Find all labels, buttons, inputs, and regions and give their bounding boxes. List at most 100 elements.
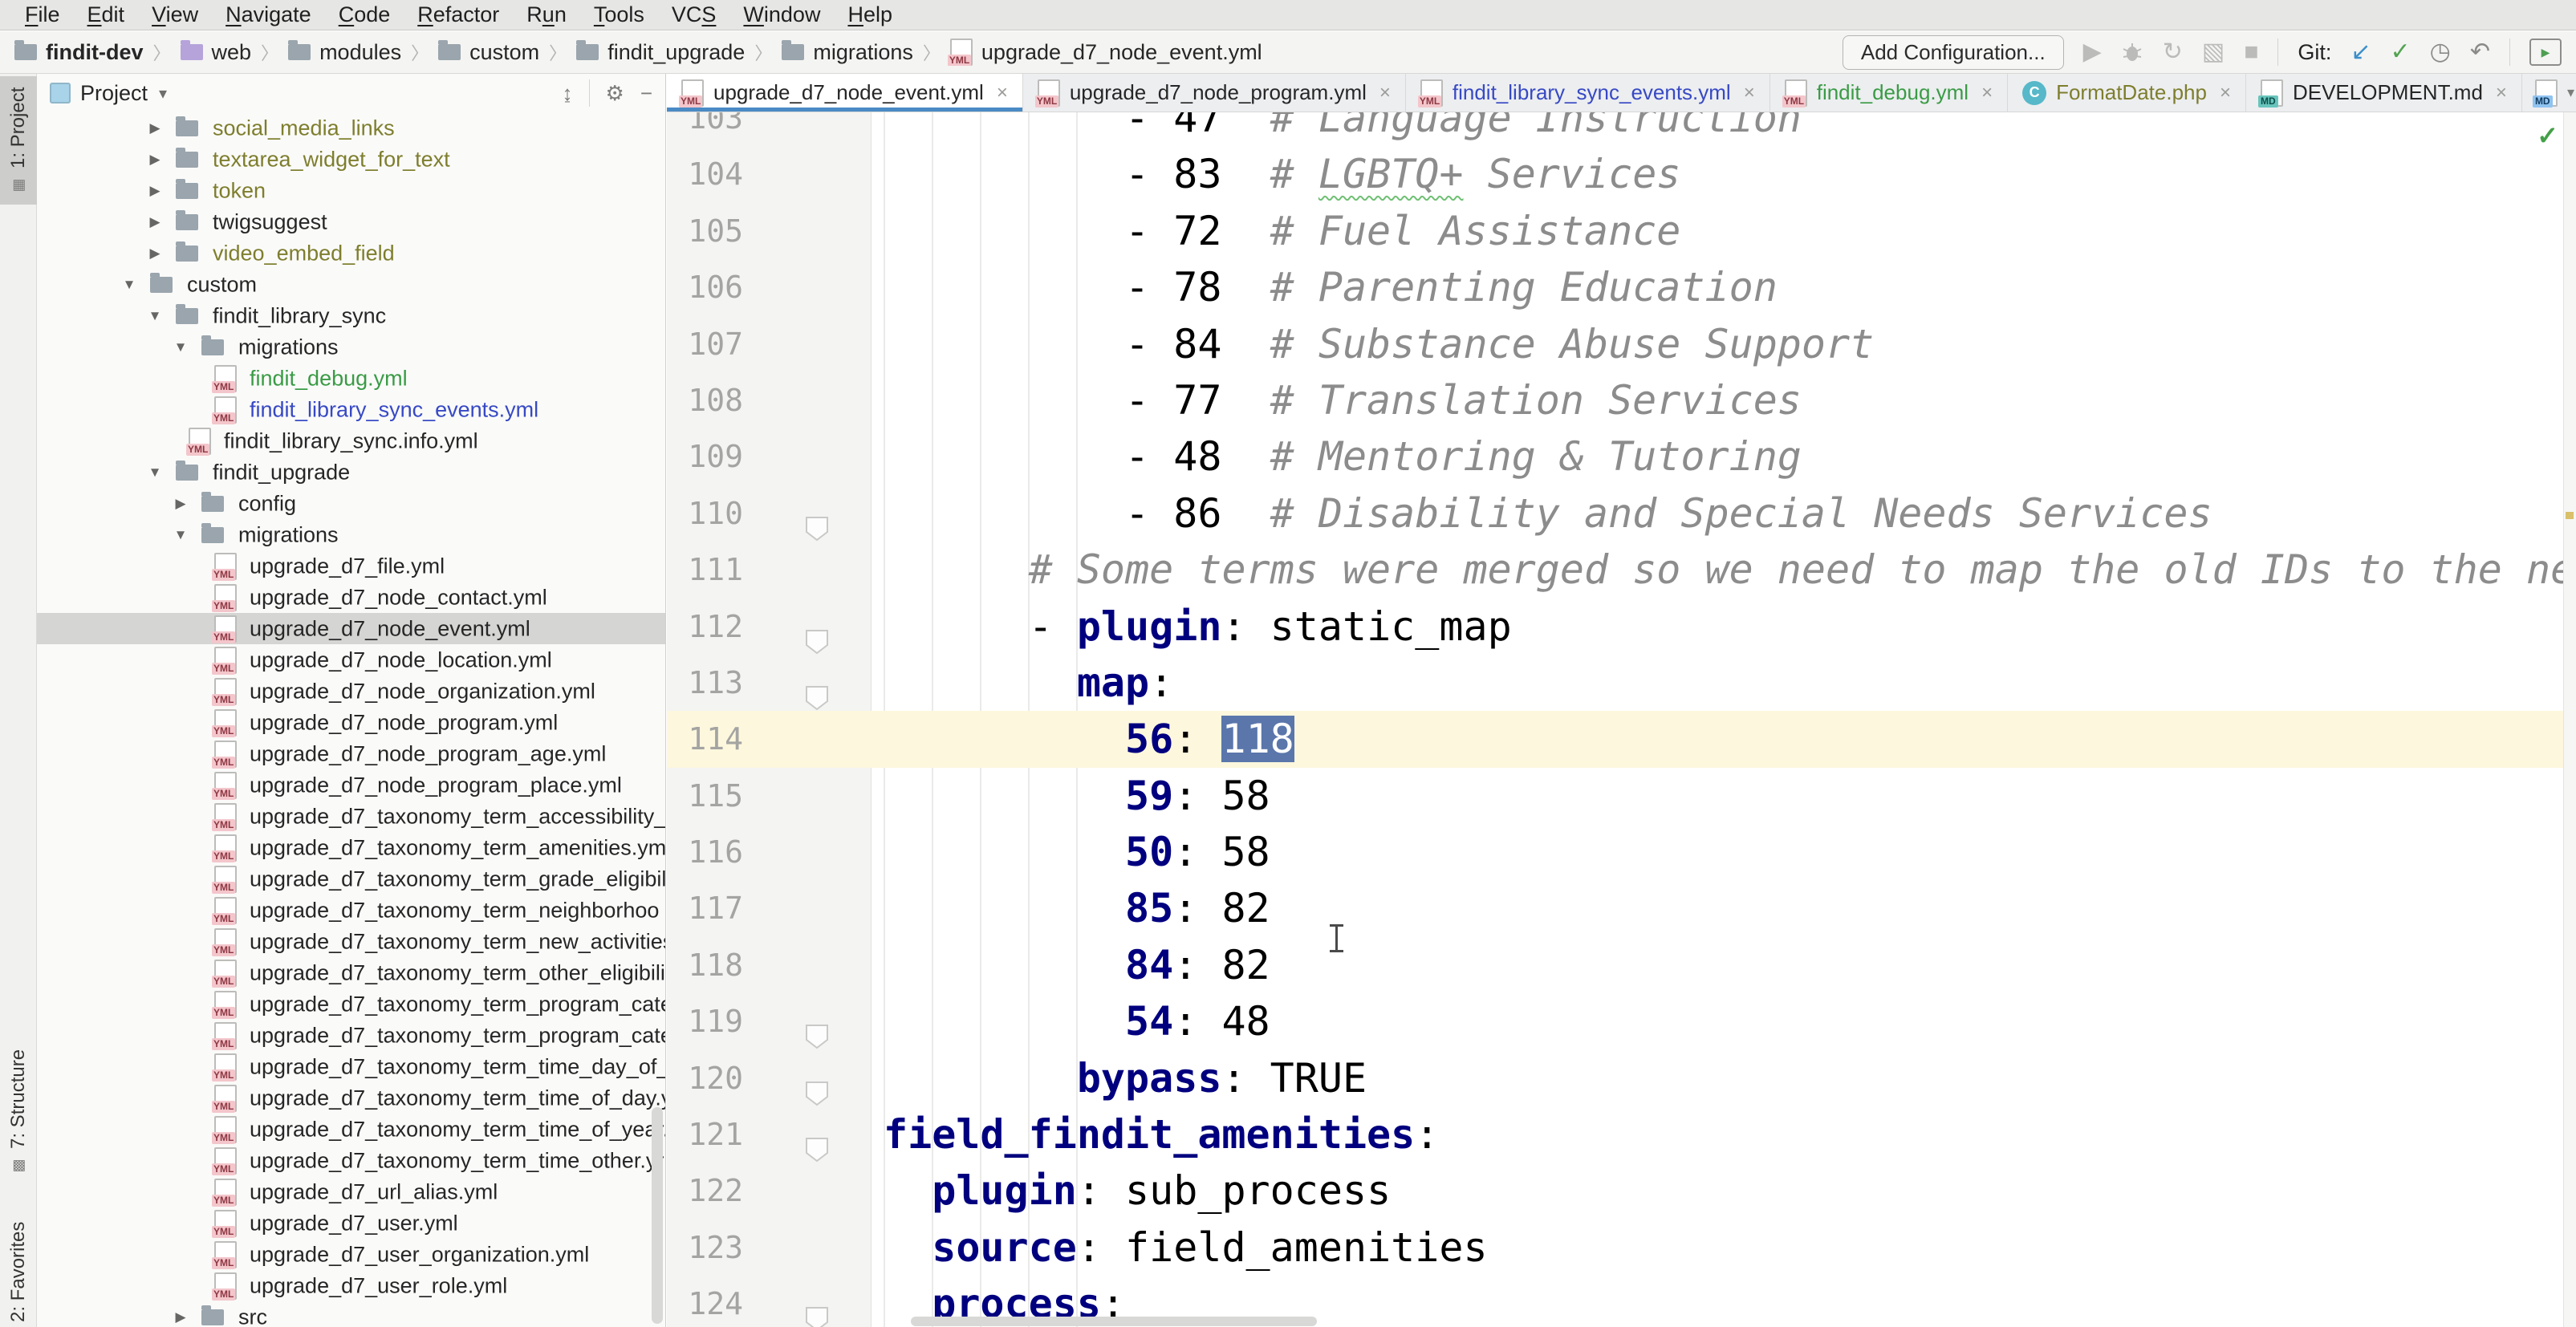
tree-item[interactable]: findit_library_sync.info.yml: [37, 425, 665, 457]
menu-file[interactable]: File: [11, 2, 74, 27]
tool-window-tab-project[interactable]: ▦ 1: Project: [0, 76, 37, 205]
editor-tab[interactable]: findit_library_sync_events.yml×: [1406, 74, 1770, 112]
tree-item[interactable]: upgrade_d7_node_organization.yml: [37, 676, 665, 707]
fold-marker-icon[interactable]: [805, 669, 829, 695]
fold-marker-icon[interactable]: [805, 613, 829, 639]
chevron-collapsed-icon[interactable]: ▶: [145, 120, 165, 136]
editor-code-area[interactable]: 103 - 47 # Language Instruction104 - 83 …: [667, 112, 2576, 1327]
tree-item[interactable]: ▼migrations: [37, 331, 665, 363]
chevron-expanded-icon[interactable]: ▼: [145, 465, 165, 481]
breadcrumb-item[interactable]: findit_upgrade: [576, 40, 745, 65]
menu-edit[interactable]: Edit: [74, 2, 139, 27]
project-panel-title[interactable]: Project: [80, 81, 148, 106]
breadcrumb-item[interactable]: custom: [438, 40, 539, 65]
tree-item[interactable]: ▶src: [37, 1301, 665, 1327]
tab-close-icon[interactable]: ×: [2220, 82, 2231, 104]
tree-item[interactable]: upgrade_d7_file.yml: [37, 550, 665, 582]
tree-item[interactable]: upgrade_d7_node_program_age.yml: [37, 738, 665, 769]
run-icon[interactable]: ▶: [2083, 40, 2102, 64]
inspections-status-icon[interactable]: ✓: [2537, 120, 2558, 151]
tree-item[interactable]: upgrade_d7_taxonomy_term_new_activities: [37, 926, 665, 957]
menu-navigate[interactable]: Navigate: [212, 2, 325, 27]
editor-tab[interactable]: FormatDate.php×: [2008, 74, 2246, 112]
tree-item[interactable]: upgrade_d7_node_program_place.yml: [37, 769, 665, 801]
add-configuration-button[interactable]: Add Configuration...: [1843, 35, 2064, 70]
tab-close-icon[interactable]: ×: [1379, 82, 1391, 104]
fold-marker-icon[interactable]: [805, 1290, 829, 1316]
tree-item[interactable]: ▶video_embed_field: [37, 237, 665, 269]
chevron-expanded-icon[interactable]: ▼: [171, 339, 190, 355]
breadcrumb-item[interactable]: findit-dev: [14, 40, 144, 65]
tree-item[interactable]: upgrade_d7_node_program.yml: [37, 707, 665, 738]
tree-item[interactable]: ▶config: [37, 488, 665, 519]
chevron-collapsed-icon[interactable]: ▶: [171, 1309, 190, 1325]
tree-item[interactable]: ▶token: [37, 175, 665, 206]
tree-item[interactable]: upgrade_d7_user_role.yml: [37, 1270, 665, 1301]
tree-item[interactable]: upgrade_d7_taxonomy_term_program_cate: [37, 988, 665, 1020]
editor-horizontal-scrollbar[interactable]: [911, 1317, 1317, 1326]
breadcrumb-item[interactable]: modules: [288, 40, 401, 65]
error-stripe[interactable]: [2563, 112, 2576, 1327]
stop-icon[interactable]: ■: [2244, 40, 2258, 64]
chevron-collapsed-icon[interactable]: ▶: [145, 152, 165, 168]
menu-help[interactable]: Help: [834, 2, 906, 27]
chevron-collapsed-icon[interactable]: ▶: [145, 183, 165, 199]
fold-marker-icon[interactable]: [805, 1121, 829, 1146]
menu-window[interactable]: Window: [729, 2, 834, 27]
tree-scrollbar[interactable]: [652, 1107, 663, 1324]
tree-item[interactable]: upgrade_d7_taxonomy_term_neighborhoo: [37, 895, 665, 926]
tree-item[interactable]: upgrade_d7_taxonomy_term_grade_eligibil: [37, 863, 665, 895]
tree-item[interactable]: upgrade_d7_node_contact.yml: [37, 582, 665, 613]
menu-tools[interactable]: Tools: [580, 2, 658, 27]
tree-item[interactable]: ▼findit_upgrade: [37, 457, 665, 488]
tree-item[interactable]: upgrade_d7_taxonomy_term_time_day_of_: [37, 1051, 665, 1082]
terminal-icon[interactable]: ▶: [2529, 39, 2562, 66]
breadcrumb-item[interactable]: web: [181, 40, 252, 65]
collapse-all-icon[interactable]: ↨: [563, 81, 573, 106]
tree-item[interactable]: upgrade_d7_taxonomy_term_accessibility_c: [37, 801, 665, 832]
profiler-icon[interactable]: ▧: [2202, 40, 2225, 64]
tree-item[interactable]: findit_library_sync_events.yml: [37, 394, 665, 425]
coverage-icon[interactable]: ↻: [2163, 40, 2183, 64]
fold-marker-icon[interactable]: [805, 1065, 829, 1090]
git-history-icon[interactable]: ◷: [2430, 40, 2451, 64]
chevron-down-icon[interactable]: ▾: [159, 83, 167, 103]
menu-vcs[interactable]: VCS: [658, 2, 730, 27]
chevron-expanded-icon[interactable]: ▼: [171, 527, 190, 543]
editor-tab[interactable]: upgrade_d7_node_event.yml×: [667, 74, 1023, 112]
chevron-collapsed-icon[interactable]: ▶: [171, 496, 190, 512]
tree-item[interactable]: upgrade_d7_node_location.yml: [37, 644, 665, 676]
tool-window-tab-favorites[interactable]: 2: Favorites: [0, 1224, 37, 1320]
hidden-tabs-control[interactable]: ▾ ≡ 2: [2522, 74, 2576, 112]
chevron-expanded-icon[interactable]: ▼: [120, 277, 139, 293]
gear-icon[interactable]: ⚙: [606, 81, 624, 106]
git-update-icon[interactable]: ↙: [2350, 40, 2371, 64]
tree-item[interactable]: ▶social_media_links: [37, 112, 665, 144]
git-rollback-icon[interactable]: ↶: [2470, 40, 2490, 64]
chevron-expanded-icon[interactable]: ▼: [145, 308, 165, 324]
fold-marker-icon[interactable]: [805, 1008, 829, 1033]
tab-close-icon[interactable]: ×: [2496, 82, 2507, 104]
tree-item[interactable]: upgrade_d7_taxonomy_term_program_cate: [37, 1020, 665, 1051]
tree-item[interactable]: ▶twigsuggest: [37, 206, 665, 237]
menu-code[interactable]: Code: [325, 2, 404, 27]
tree-item[interactable]: ▼migrations: [37, 519, 665, 550]
tree-item[interactable]: upgrade_d7_taxonomy_term_amenities.yml: [37, 832, 665, 863]
tree-item[interactable]: upgrade_d7_user_organization.yml: [37, 1239, 665, 1270]
hide-panel-icon[interactable]: −: [640, 81, 652, 106]
menu-view[interactable]: View: [138, 2, 212, 27]
breadcrumb-item[interactable]: upgrade_d7_node_event.yml: [950, 39, 1262, 66]
tree-item[interactable]: upgrade_d7_taxonomy_term_time_other.yr: [37, 1145, 665, 1176]
menu-run[interactable]: Run: [513, 2, 580, 27]
debug-icon[interactable]: [2121, 41, 2143, 63]
tree-item[interactable]: findit_debug.yml: [37, 363, 665, 394]
chevron-collapsed-icon[interactable]: ▶: [145, 246, 165, 262]
menu-refactor[interactable]: Refactor: [404, 2, 513, 27]
breadcrumb-item[interactable]: migrations: [782, 40, 913, 65]
tree-item[interactable]: ▶textarea_widget_for_text: [37, 144, 665, 175]
git-commit-icon[interactable]: ✓: [2391, 40, 2411, 64]
tree-item[interactable]: upgrade_d7_node_event.yml: [37, 613, 665, 644]
tree-item[interactable]: upgrade_d7_taxonomy_term_time_of_day.y: [37, 1082, 665, 1114]
tree-item[interactable]: upgrade_d7_url_alias.yml: [37, 1176, 665, 1207]
tree-item[interactable]: ▼findit_library_sync: [37, 300, 665, 331]
